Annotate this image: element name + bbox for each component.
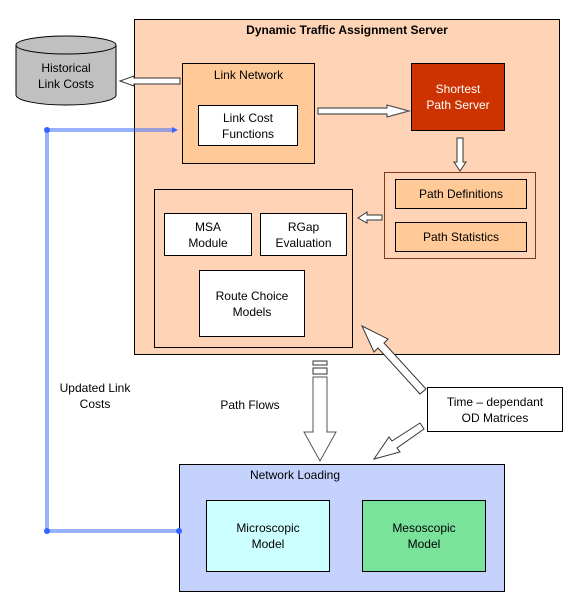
arrow-to-shortest-path [317, 104, 412, 118]
arrow-od-to-assignment [360, 324, 427, 395]
arrow-to-path-group [453, 137, 467, 172]
path-flows-arrow-tick1 [312, 360, 328, 366]
feedback-node-top [44, 127, 50, 133]
path-flows-arrow-tick2 [312, 367, 328, 375]
updated-link-costs-connector [45, 128, 179, 533]
feedback-arrowhead [172, 127, 178, 133]
arrow-od-to-network-loading [372, 422, 425, 460]
path-flows-arrow [303, 376, 337, 463]
feedback-node-loading [176, 528, 182, 534]
feedback-node-bottom [44, 528, 50, 534]
arrow-to-historical-db [118, 75, 181, 87]
arrow-to-assignment-group [357, 211, 383, 224]
